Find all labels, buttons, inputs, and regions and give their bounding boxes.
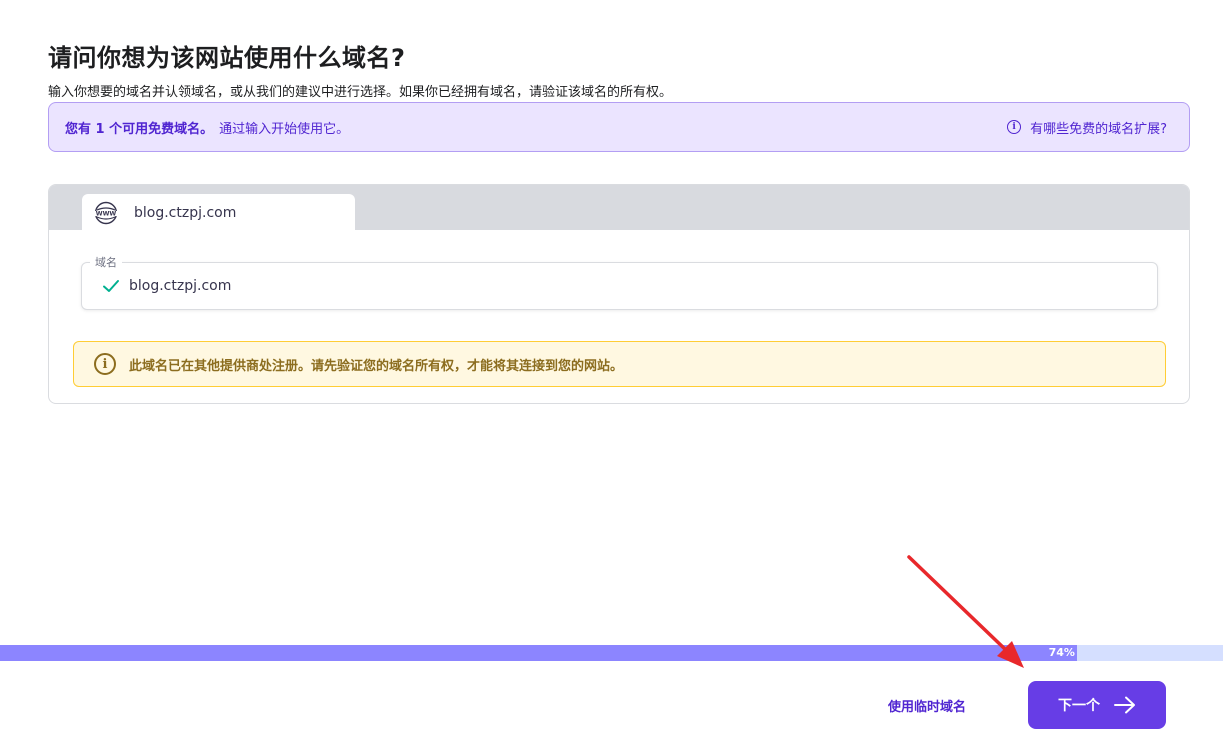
www-globe-icon: WWW: [94, 201, 118, 224]
use-temp-domain-link[interactable]: 使用临时域名: [888, 696, 966, 715]
domain-input[interactable]: 域名 blog.ctzpj.com: [81, 254, 1158, 310]
domain-tab-bar: WWW blog.ctzpj.com: [49, 185, 1189, 231]
progress-label: 74%: [1048, 646, 1075, 659]
page-subtitle: 输入你想要的域名并认领域名，或从我们的建议中进行选择。如果你已经拥有域名，请验证…: [48, 85, 673, 100]
progress-bar: 74%: [0, 645, 1223, 661]
free-domain-count: 您有 1 个可用免费域名。: [65, 121, 214, 137]
free-extensions-link[interactable]: i 有哪些免费的域名扩展?: [1007, 118, 1167, 137]
arrow-right-icon: [1114, 696, 1135, 714]
free-domain-message: 您有 1 个可用免费域名。 通过输入开始使用它。: [65, 118, 349, 137]
free-domain-hint: 通过输入开始使用它。: [219, 121, 350, 137]
domain-tab-label: blog.ctzpj.com: [134, 204, 237, 221]
free-extensions-link-label: 有哪些免费的域名扩展?: [1030, 121, 1167, 137]
info-icon: i: [94, 353, 116, 375]
ownership-warning: i 此域名已在其他提供商处注册。请先验证您的域名所有权，才能将其连接到您的网站。: [73, 341, 1166, 387]
domain-input-label: 域名: [90, 254, 122, 270]
domain-input-value: blog.ctzpj.com: [129, 278, 232, 294]
domain-card: WWW blog.ctzpj.com 域名 blog.ctzpj.com i 此…: [48, 184, 1190, 404]
free-domain-banner: 您有 1 个可用免费域名。 通过输入开始使用它。 i 有哪些免费的域名扩展?: [48, 102, 1190, 152]
info-icon: i: [1007, 120, 1022, 134]
svg-text:WWW: WWW: [96, 210, 117, 217]
progress-fill: 74%: [0, 645, 1077, 661]
next-button[interactable]: 下一个: [1028, 681, 1166, 729]
page-title: 请问你想为该网站使用什么域名?: [48, 44, 406, 72]
ownership-warning-text: 此域名已在其他提供商处注册。请先验证您的域名所有权，才能将其连接到您的网站。: [129, 358, 624, 374]
next-button-label: 下一个: [1058, 697, 1100, 713]
domain-tab[interactable]: WWW blog.ctzpj.com: [82, 194, 355, 231]
check-icon: [103, 280, 119, 292]
